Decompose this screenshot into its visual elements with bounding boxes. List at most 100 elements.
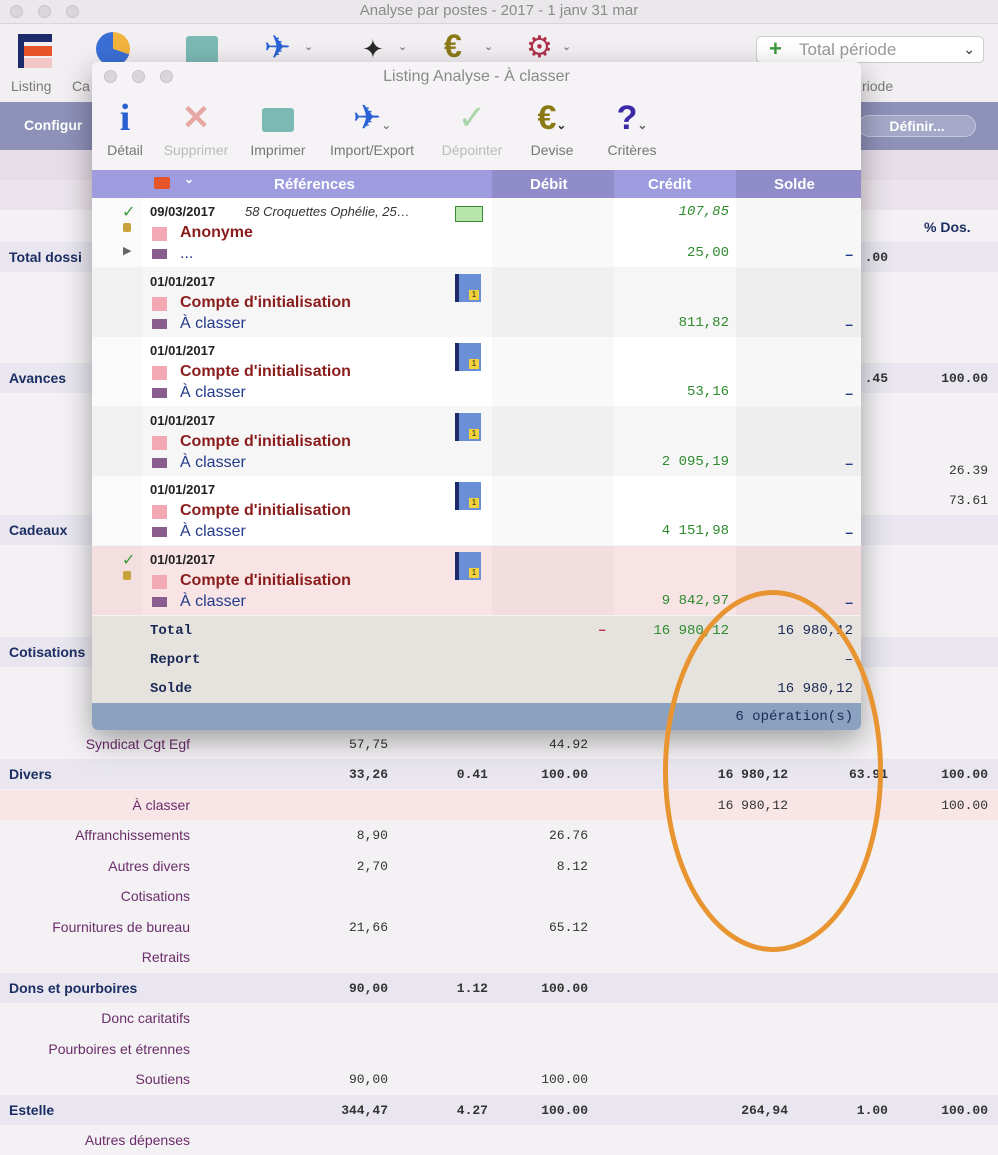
close-popup-button[interactable] bbox=[104, 70, 117, 83]
magic-icon[interactable]: ✦ bbox=[362, 34, 384, 65]
category-row[interactable]: Dons et pourboires 90,00 1.12 100.00 bbox=[0, 973, 998, 1003]
row-value-c5: .45 bbox=[864, 371, 888, 386]
row-value-c5: .00 bbox=[864, 250, 888, 265]
printer-icon bbox=[244, 98, 312, 140]
badge-icon: 1 bbox=[469, 567, 479, 578]
subcategory-row[interactable]: Pourboires et étrennes bbox=[0, 1034, 998, 1064]
payee-color-icon bbox=[152, 505, 167, 519]
delete-x-icon: ✕ bbox=[181, 99, 211, 137]
row-value-c3: 8.12 bbox=[556, 859, 588, 874]
lock-icon bbox=[123, 223, 131, 232]
subcategory-row[interactable]: Fournitures de bureau 21,66 65.12 bbox=[0, 912, 998, 942]
currency-button[interactable]: €⌄ Devise bbox=[526, 98, 578, 158]
row-label: Syndicat Cgt Egf bbox=[85, 736, 190, 752]
row-label: Soutiens bbox=[135, 1071, 190, 1087]
popup-table-header: ⌄ Références Débit Crédit Solde bbox=[92, 170, 861, 198]
printer-icon[interactable] bbox=[186, 36, 218, 64]
unpoint-button[interactable]: ✓ Dépointer bbox=[432, 98, 512, 158]
row-label: Total dossi bbox=[9, 249, 82, 265]
row-value-c1: 33,26 bbox=[348, 767, 388, 782]
row-value-c3: 100.00 bbox=[541, 1072, 588, 1087]
row-value-c6: 26.39 bbox=[948, 463, 988, 478]
detail-button[interactable]: i Détail bbox=[104, 98, 146, 158]
entry-category: ... bbox=[180, 245, 194, 262]
solde-dash: – bbox=[845, 454, 853, 471]
chevron-down-icon[interactable]: ⌄ bbox=[484, 40, 493, 53]
category-row[interactable]: Estelle 344,47 4.27 100.00 264,94 1.00 100.00 bbox=[0, 1095, 998, 1125]
chevron-down-icon[interactable]: ⌄ bbox=[184, 172, 194, 186]
row-label: Autres dépenses bbox=[84, 1132, 190, 1148]
column-header-solde[interactable]: Solde bbox=[774, 176, 815, 193]
subcategory-row[interactable]: Donc caritatifs bbox=[0, 1003, 998, 1033]
period-select[interactable]: + Total période ⌄ bbox=[756, 36, 984, 63]
category-folder-icon bbox=[152, 596, 167, 607]
listing-icon[interactable] bbox=[18, 34, 52, 68]
category-folder-icon bbox=[152, 388, 167, 398]
row-label: À classer bbox=[132, 797, 190, 813]
entry-payee: Anonyme bbox=[180, 224, 253, 241]
category-folder-icon bbox=[152, 249, 167, 259]
column-header-credit[interactable]: Crédit bbox=[648, 176, 691, 193]
define-button[interactable]: Définir... bbox=[858, 115, 976, 137]
row-value-c1: 344,47 bbox=[341, 1103, 388, 1118]
criteria-button[interactable]: ?⌄ Critères bbox=[598, 98, 666, 158]
entry-payee: Compte d'initialisation bbox=[180, 293, 351, 311]
entry-row[interactable]: 01/01/2017 Compte d'initialisation À class… bbox=[92, 476, 861, 545]
entry-credit-amount: 107,85 bbox=[678, 204, 729, 220]
row-label: Affranchissements bbox=[75, 827, 190, 843]
entry-category: À classer bbox=[180, 314, 246, 332]
configure-button[interactable]: Configur bbox=[24, 117, 82, 133]
entry-row[interactable]: 01/01/2017 Compte d'initialisation À class… bbox=[92, 267, 861, 337]
row-value-c4: 264,94 bbox=[741, 1103, 788, 1118]
subcategory-row[interactable]: Soutiens 90,00 100.00 bbox=[0, 1064, 998, 1094]
airplane-icon[interactable]: ✈ bbox=[264, 28, 291, 66]
row-value-c3: 26.76 bbox=[548, 828, 588, 843]
row-label: Dons et pourboires bbox=[9, 980, 138, 996]
subcategory-row[interactable]: Retraits bbox=[0, 942, 998, 972]
question-icon: ?⌄ bbox=[616, 99, 648, 137]
chevron-down-icon[interactable]: ⌄ bbox=[304, 40, 313, 53]
print-button[interactable]: Imprimer bbox=[244, 98, 312, 158]
close-window-button[interactable] bbox=[10, 5, 23, 18]
row-value-c2: 0.41 bbox=[456, 767, 488, 782]
entry-row[interactable]: 01/01/2017 Compte d'initialisation À class… bbox=[92, 406, 861, 476]
entry-description: 58 Croquettes Ophélie, 25… bbox=[245, 204, 410, 219]
import-export-button[interactable]: ✈⌄ Import/Export bbox=[320, 98, 424, 158]
column-header-debit[interactable]: Débit bbox=[530, 176, 568, 193]
gear-icon[interactable]: ⚙ bbox=[526, 30, 553, 65]
zoom-window-button[interactable] bbox=[66, 5, 79, 18]
entry-date: 01/01/2017 bbox=[150, 412, 216, 428]
row-value-c6: 100.00 bbox=[941, 767, 988, 782]
row-label: Autres divers bbox=[108, 858, 190, 874]
plus-icon: + bbox=[769, 36, 782, 61]
entry-row[interactable]: 09/03/2017 58 Croquettes Ophélie, 25… Anon… bbox=[92, 198, 861, 267]
euro-icon[interactable]: € bbox=[444, 28, 462, 65]
badge-icon: 1 bbox=[469, 498, 479, 508]
row-value-c1: 2,70 bbox=[356, 859, 388, 874]
subcategory-row[interactable]: Autres dépenses bbox=[0, 1125, 998, 1155]
row-value-c5: 1.00 bbox=[856, 1103, 888, 1118]
row-value-c6: 73.61 bbox=[948, 493, 988, 508]
entry-credit-amount: 53,16 bbox=[686, 384, 729, 400]
delete-button[interactable]: ✕ Supprimer bbox=[158, 98, 234, 158]
chevron-down-icon[interactable]: ⌄ bbox=[398, 40, 407, 53]
lock-icon bbox=[123, 570, 131, 580]
zoom-popup-button[interactable] bbox=[160, 70, 173, 83]
row-label: Fournitures de bureau bbox=[52, 919, 190, 935]
row-label: Donc caritatifs bbox=[101, 1010, 190, 1026]
row-value-c3: 100.00 bbox=[541, 981, 588, 996]
entry-row[interactable]: 01/01/2017 Compte d'initialisation À class… bbox=[92, 337, 861, 406]
entry-category: À classer bbox=[180, 453, 246, 471]
column-header-references[interactable]: Références bbox=[274, 176, 355, 193]
color-tag-icon[interactable] bbox=[154, 177, 170, 189]
window-title-bar: Analyse par postes - 2017 - 1 janv 31 ma… bbox=[0, 0, 998, 24]
entry-credit-amount: 4 151,98 bbox=[661, 523, 729, 539]
solde-dash: – bbox=[845, 524, 853, 540]
minimize-popup-button[interactable] bbox=[132, 70, 145, 83]
chevron-down-icon[interactable]: ⌄ bbox=[562, 40, 571, 53]
entry-payee: Compte d'initialisation bbox=[180, 571, 351, 589]
chart-pie-icon[interactable] bbox=[96, 32, 130, 66]
entry-payee: Compte d'initialisation bbox=[180, 363, 351, 380]
popup-title: Listing Analyse - À classer bbox=[383, 68, 570, 85]
minimize-window-button[interactable] bbox=[38, 5, 51, 18]
